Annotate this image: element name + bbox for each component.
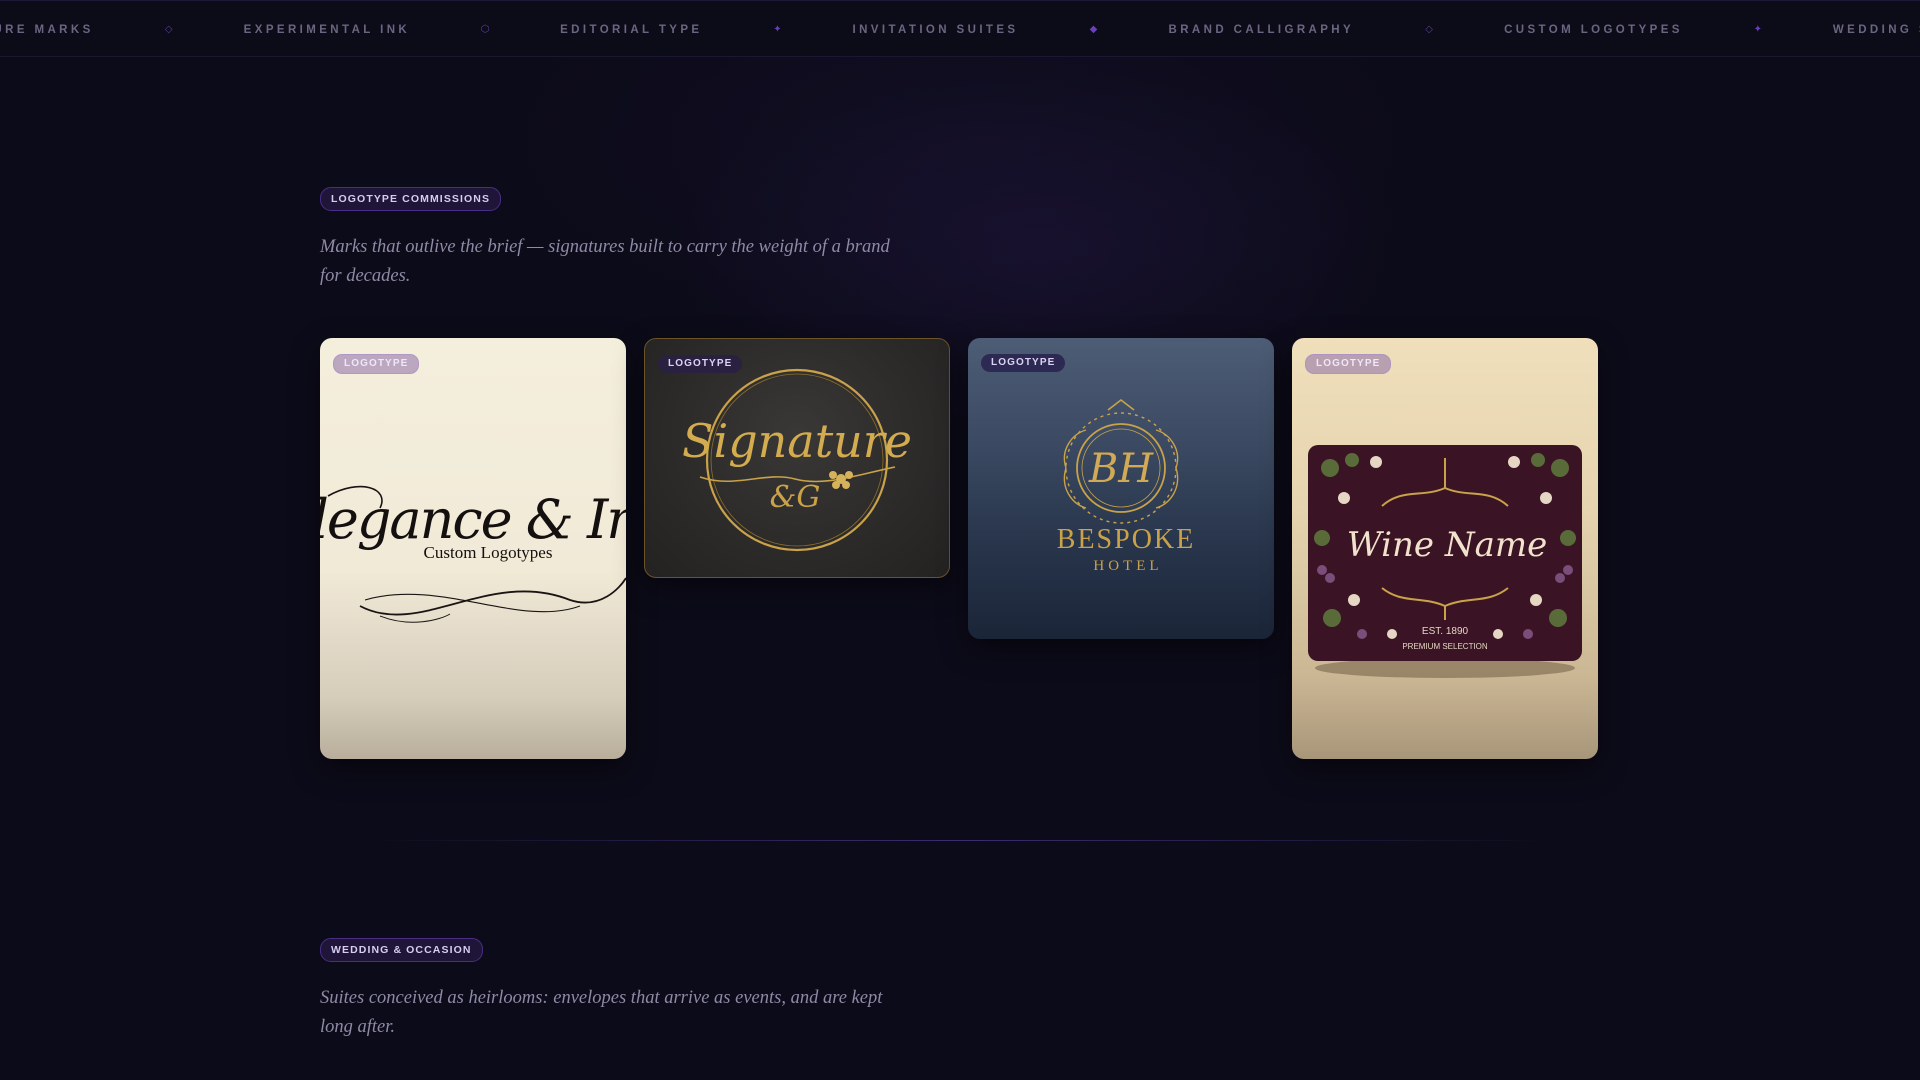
marquee-item[interactable]: invitation suites xyxy=(853,24,1019,36)
section-badge: LOGOTYPE COMMISSIONS xyxy=(320,187,502,211)
logo-monogram-text: BH xyxy=(1088,446,1154,492)
logo-subtitle-text: HOTEL xyxy=(1093,558,1162,574)
diamond-outline-icon: ◇ xyxy=(1425,24,1433,35)
star-icon: ✦ xyxy=(773,24,782,35)
elegance-ink-logo-image: Elegance & Ink Custom Logotypes xyxy=(320,485,626,623)
marquee-track: ture marks ◇ experimental ink ⬡ editoria… xyxy=(0,1,1920,56)
logo-est-text: EST. 1890 xyxy=(1422,626,1469,637)
section-lede: Marks that outlive the brief — signature… xyxy=(320,237,890,286)
marquee-item[interactable]: brand calligraphy xyxy=(1169,24,1355,36)
logo-monogram-text: &G xyxy=(770,480,821,515)
card-tag: LOGOTYPE xyxy=(333,354,420,374)
portfolio-card[interactable]: LOGOTYPE BH BESPOKE HOTEL xyxy=(968,338,1274,639)
wine-label-logo-image: Wine Name EST. 1890 PREMIUM SELECTION xyxy=(1308,445,1582,678)
logotype-gallery: LOGOTYPE Elegance & Ink Custom Logotypes… xyxy=(320,338,1600,760)
star-icon: ✦ xyxy=(1753,24,1763,35)
marquee-item[interactable]: ture marks xyxy=(0,24,94,36)
marquee-item[interactable]: experimental ink xyxy=(244,24,410,36)
section-lede: Suites conceived as heirlooms: envelopes… xyxy=(320,988,883,1037)
logo-script-text: Elegance & Ink xyxy=(320,488,626,551)
diamond-outline-icon: ◇ xyxy=(164,24,173,35)
portfolio-card[interactable]: LOGOTYPE Wine Name EST. 1890 PREMIUM SEL… xyxy=(1292,338,1598,759)
portfolio-card[interactable]: LOGOTYPE Signature &G xyxy=(644,338,950,578)
card-tag: LOGOTYPE xyxy=(658,355,743,373)
signature-logo-image: Signature &G xyxy=(682,368,912,552)
hexagon-outline-icon: ⬡ xyxy=(480,24,490,35)
marquee-item[interactable]: wedding suites xyxy=(1833,24,1920,36)
card-tag: LOGOTYPE xyxy=(981,354,1066,372)
logo-subtitle-text: PREMIUM SELECTION xyxy=(1402,642,1488,651)
section-badge: WEDDING & OCCASION xyxy=(320,938,483,962)
logo-name-text: BESPOKE xyxy=(1057,524,1195,555)
category-marquee: ture marks ◇ experimental ink ⬡ editoria… xyxy=(0,0,1920,57)
logo-script-text: Signature xyxy=(682,414,912,468)
section-divider xyxy=(360,840,1560,841)
card-tag: LOGOTYPE xyxy=(1305,354,1392,374)
logo-subtitle-text: Custom Logotypes xyxy=(424,543,553,562)
bespoke-hotel-logo-image: BH BESPOKE HOTEL xyxy=(1057,398,1195,574)
marquee-item[interactable]: editorial type xyxy=(560,24,702,36)
logotype-section-header: LOGOTYPE COMMISSIONS Marks that outlive … xyxy=(320,187,900,291)
wedding-section-header: WEDDING & OCCASION Suites conceived as h… xyxy=(320,938,900,1042)
logo-script-text: Wine Name xyxy=(1347,525,1547,565)
diamond-icon: ◆ xyxy=(1089,24,1098,35)
marquee-item[interactable]: custom logotypes xyxy=(1504,24,1683,36)
portfolio-card[interactable]: LOGOTYPE Elegance & Ink Custom Logotypes xyxy=(320,338,626,759)
